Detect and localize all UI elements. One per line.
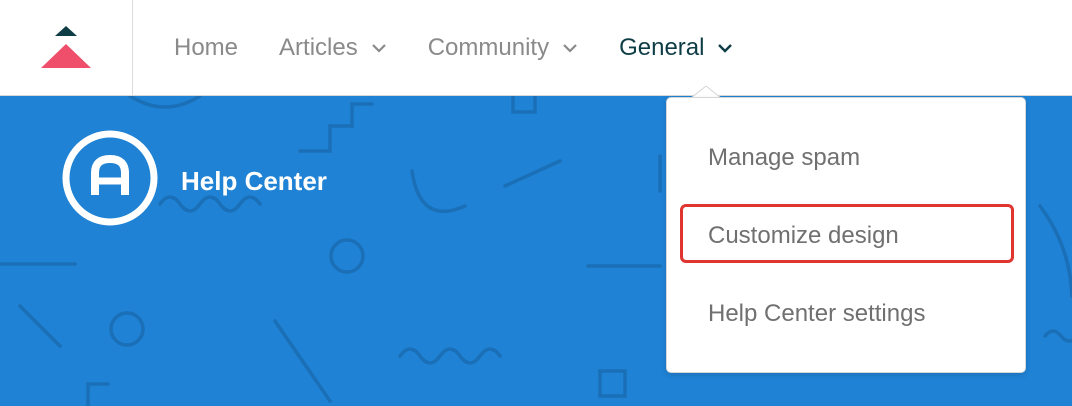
help-center-logo-icon [62,130,158,226]
help-center-title[interactable]: Help Center [181,166,327,197]
chevron-down-icon [563,44,577,53]
menu-item-manage-spam[interactable]: Manage spam [708,144,860,172]
chevron-down-icon [371,44,386,53]
nav-articles-label: Articles [279,34,358,61]
nav-general-label: General [619,34,705,61]
brand-logo-icon [41,26,91,68]
nav-general[interactable]: General [619,34,733,62]
menu-item-help-center-settings[interactable]: Help Center settings [708,300,925,328]
nav-home[interactable]: Home [174,34,238,62]
brand-logo-cell[interactable] [0,0,133,96]
nav-home-label: Home [174,34,239,61]
top-navigation-bar: Home Articles Community General [0,0,1072,96]
main-nav: Home Articles Community General [174,0,774,96]
general-dropdown-menu: Manage spam Customize design Help Center… [666,97,1026,373]
nav-community-label: Community [427,34,550,61]
nav-community[interactable]: Community [428,34,578,62]
chevron-down-icon [718,44,733,53]
menu-item-customize-design[interactable]: Customize design [708,222,899,250]
nav-articles[interactable]: Articles [279,34,387,62]
